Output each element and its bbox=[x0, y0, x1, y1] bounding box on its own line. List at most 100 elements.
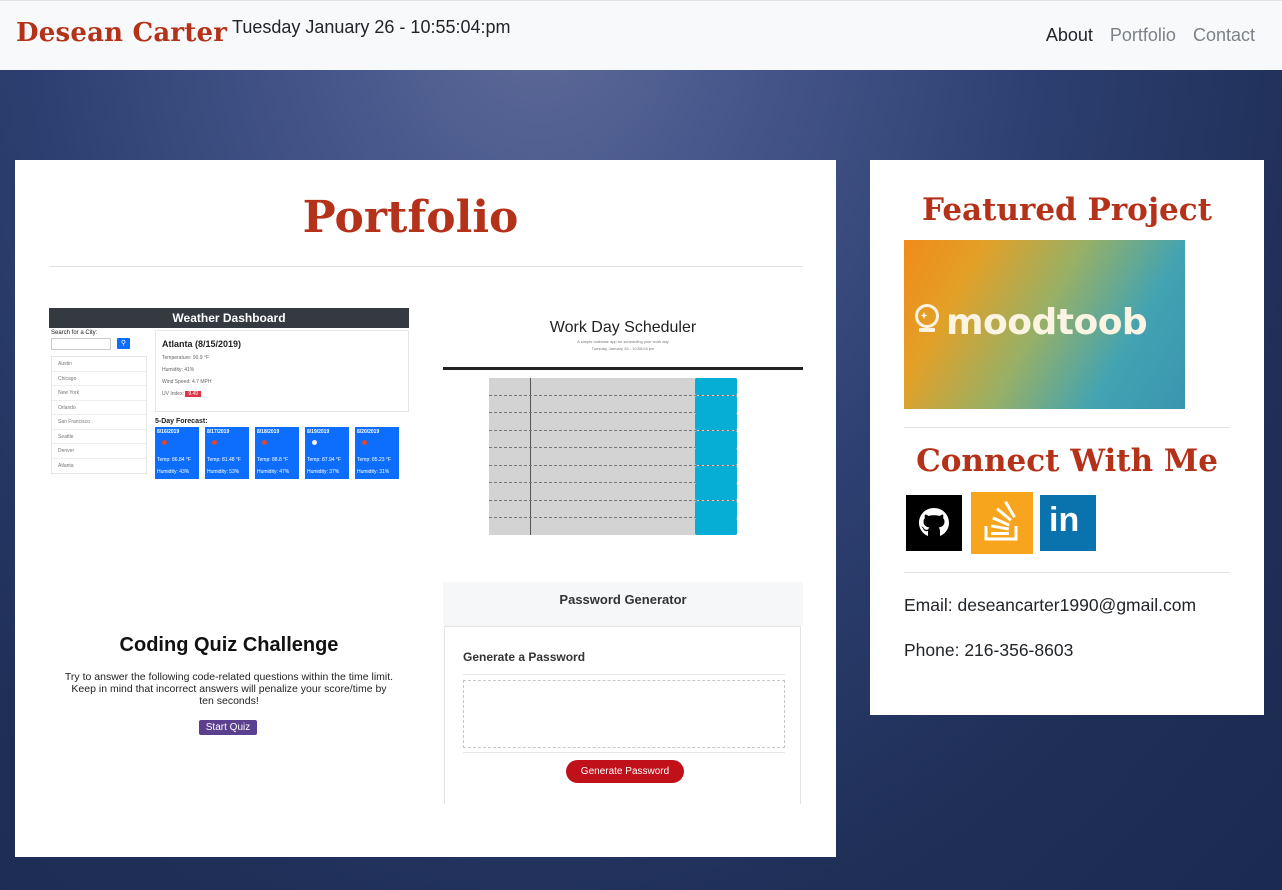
forecast-humidity: Humidity: 53% bbox=[207, 469, 240, 475]
weather-search-input bbox=[51, 338, 111, 350]
weather-wind: Wind Speed: 4.7 MPH bbox=[162, 379, 212, 385]
forecast-card: 8/16/2019 Temp: 86.84 °F Humidity: 43% bbox=[155, 427, 199, 479]
stackoverflow-stack-icon bbox=[984, 500, 1018, 541]
weather-search-label: Search for a City: bbox=[51, 330, 98, 336]
github-icon[interactable] bbox=[906, 495, 962, 551]
save-button bbox=[695, 448, 737, 465]
nav-contact-link[interactable]: Contact bbox=[1193, 25, 1255, 46]
password-header: Password Generator bbox=[443, 582, 803, 626]
brand-name[interactable]: Desean Carter bbox=[16, 18, 227, 48]
password-divider bbox=[463, 674, 785, 675]
city-item: Seattle bbox=[52, 430, 146, 444]
save-button bbox=[695, 483, 737, 500]
forecast-card: 8/17/2019 Temp: 81.48 °F Humidity: 53% bbox=[205, 427, 249, 479]
weather-city-title: Atlanta (8/15/2019) bbox=[162, 339, 242, 349]
forecast-temp: Temp: 81.48 °F bbox=[207, 457, 241, 463]
city-item: New York bbox=[52, 386, 146, 401]
scheduler-date: Tuesday, January 26 - 10:55:04 pm bbox=[591, 346, 655, 351]
work-day-scheduler-project[interactable]: Work Day Scheduler A simple calendar app… bbox=[443, 308, 803, 538]
forecast-date: 8/19/2019 bbox=[307, 429, 330, 435]
weather-humidity: Humidity: 41% bbox=[162, 367, 195, 373]
save-button bbox=[695, 465, 737, 483]
portfolio-divider bbox=[49, 266, 803, 267]
nav-about-link[interactable]: About bbox=[1046, 25, 1093, 46]
weather-icon bbox=[362, 440, 367, 445]
scheduler-subtitle: A simple calendar app for scheduling you… bbox=[577, 339, 669, 344]
crystal-ball-icon bbox=[915, 304, 939, 332]
weather-city-list: Austin Chicago New York Orlando San Fran… bbox=[51, 356, 147, 474]
sidebar-divider bbox=[904, 427, 1230, 428]
save-button bbox=[695, 395, 737, 413]
weather-current: Atlanta (8/15/2019) Temperature: 90.9 °F… bbox=[155, 330, 409, 412]
linkedin-logo-text: in bbox=[1049, 501, 1080, 539]
forecast-card: 8/19/2019 Temp: 87.94 °F Humidity: 37% bbox=[305, 427, 349, 479]
weather-main: Atlanta (8/15/2019) Temperature: 90.9 °F… bbox=[155, 330, 409, 479]
city-item: Austin bbox=[52, 357, 146, 372]
weather-icon bbox=[212, 440, 217, 445]
password-card: Generate a Password Generate Password bbox=[444, 626, 801, 804]
weather-uv-badge: 9.49 bbox=[185, 391, 202, 397]
forecast-temp: Temp: 87.94 °F bbox=[307, 457, 341, 463]
forecast-date: 8/17/2019 bbox=[207, 429, 230, 435]
password-label: Generate a Password bbox=[463, 650, 586, 664]
forecast-humidity: Humidity: 37% bbox=[307, 469, 340, 475]
save-button bbox=[695, 518, 737, 535]
sidebar-divider bbox=[904, 572, 1230, 573]
scheduler-rule bbox=[443, 367, 803, 370]
weather-icon bbox=[262, 440, 267, 445]
save-button bbox=[695, 378, 737, 395]
forecast-date: 8/18/2019 bbox=[257, 429, 280, 435]
weather-uv-row: UV Index: 9.49 bbox=[162, 391, 402, 397]
weather-sidebar: Search for a City: ⚲ Austin Chicago New … bbox=[51, 330, 147, 474]
forecast-date: 8/20/2019 bbox=[357, 429, 380, 435]
cloud-icon bbox=[312, 440, 317, 445]
moodtoob-logo-text: moodtoob bbox=[946, 302, 1148, 343]
scheduler-hour-column bbox=[489, 378, 531, 535]
password-divider bbox=[463, 752, 785, 753]
quiz-title: Coding Quiz Challenge bbox=[119, 634, 339, 656]
weather-dashboard-project[interactable]: Weather Dashboard Search for a City: ⚲ A… bbox=[49, 308, 409, 482]
email-text[interactable]: Email: deseancarter1990@gmail.com bbox=[904, 595, 1196, 616]
password-generator-project[interactable]: Password Generator Generate a Password G… bbox=[443, 582, 803, 804]
forecast-temp: Temp: 86.84 °F bbox=[157, 457, 191, 463]
forecast-temp: Temp: 85.23 °F bbox=[357, 457, 391, 463]
save-button bbox=[695, 500, 737, 518]
stackoverflow-icon[interactable] bbox=[971, 492, 1033, 554]
weather-search: ⚲ bbox=[51, 338, 147, 350]
coding-quiz-project[interactable]: Coding Quiz Challenge Try to answer the … bbox=[49, 582, 409, 804]
connect-heading-wrap: Connect With Me bbox=[870, 443, 1264, 479]
save-button bbox=[695, 413, 737, 430]
scheduler-title: Work Day Scheduler bbox=[549, 319, 697, 336]
city-item: Orlando bbox=[52, 401, 146, 415]
forecast-humidity: Humidity: 47% bbox=[257, 469, 290, 475]
nav-portfolio-link[interactable]: Portfolio bbox=[1110, 25, 1176, 46]
save-button bbox=[695, 430, 737, 448]
forecast-card: 8/18/2019 Temp: 88.8 °F Humidity: 47% bbox=[255, 427, 299, 479]
generate-password-button: Generate Password bbox=[566, 760, 684, 783]
weather-temperature: Temperature: 90.9 °F bbox=[162, 355, 210, 361]
featured-project-title: Featured Project bbox=[922, 192, 1212, 228]
city-item: Chicago bbox=[52, 372, 146, 386]
forecast-date: 8/16/2019 bbox=[157, 429, 180, 435]
weather-uv-label: UV Index: bbox=[162, 391, 184, 397]
phone-text: Phone: 216-356-8603 bbox=[904, 640, 1074, 660]
forecast-temp: Temp: 88.8 °F bbox=[257, 457, 289, 463]
github-octocat-icon bbox=[919, 508, 949, 536]
moodtoob-project-image[interactable]: moodtoob bbox=[904, 240, 1185, 409]
weather-dashboard-header: Weather Dashboard bbox=[49, 308, 409, 328]
weather-icon bbox=[162, 440, 167, 445]
current-datetime: Tuesday January 26 - 10:55:04:pm bbox=[232, 17, 511, 37]
linkedin-icon[interactable]: in bbox=[1040, 495, 1096, 551]
password-textarea bbox=[463, 680, 785, 748]
weather-search-icon: ⚲ bbox=[117, 338, 130, 349]
city-item: San Francisco bbox=[52, 415, 146, 430]
portfolio-heading-wrap: Portfolio bbox=[0, 192, 821, 243]
city-item: Denver bbox=[52, 444, 146, 459]
forecast-row: 8/16/2019 Temp: 86.84 °F Humidity: 43% 8… bbox=[155, 427, 409, 479]
forecast-humidity: Humidity: 31% bbox=[357, 469, 390, 475]
featured-heading-wrap: Featured Project bbox=[870, 192, 1264, 228]
start-quiz-button: Start Quiz bbox=[199, 720, 257, 735]
connect-title: Connect With Me bbox=[916, 443, 1218, 479]
nav-links: About Portfolio Contact bbox=[1046, 25, 1255, 46]
portfolio-title: Portfolio bbox=[302, 192, 519, 243]
